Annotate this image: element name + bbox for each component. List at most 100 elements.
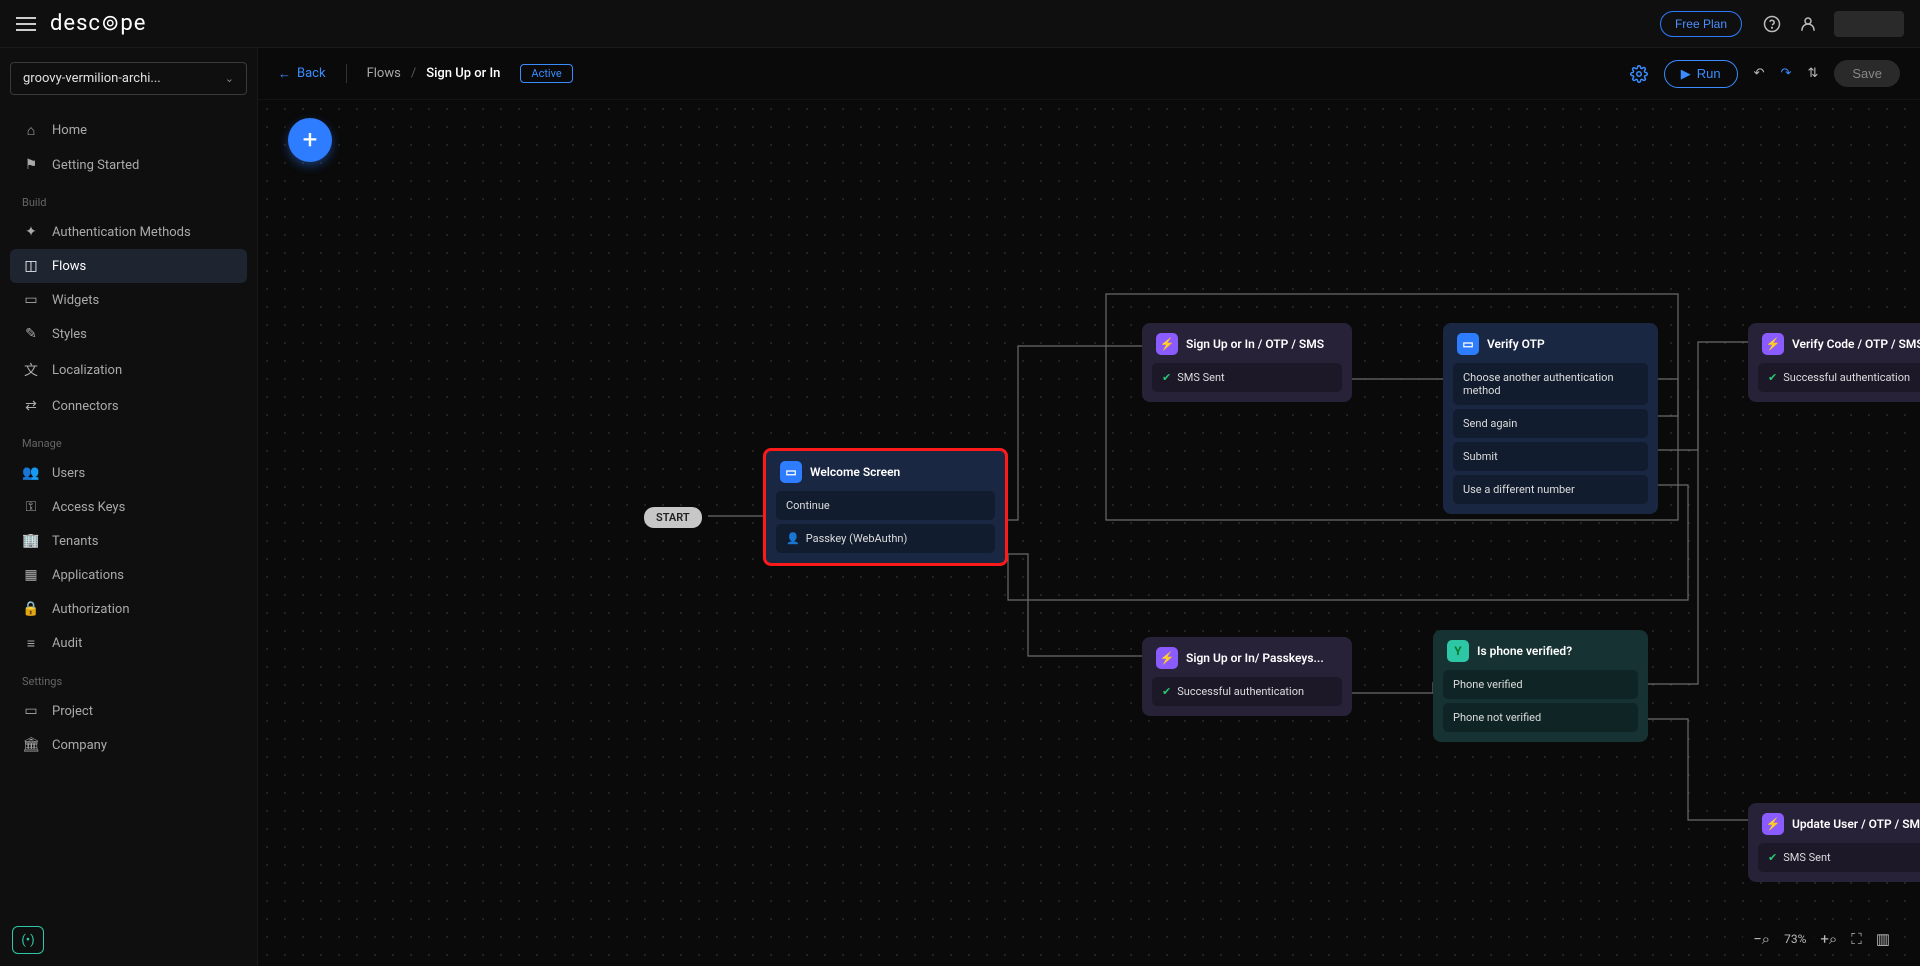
chat-button[interactable]: (•) (12, 926, 44, 954)
top-header: desc⊚pe Free Plan (0, 0, 1920, 48)
project-selector[interactable]: groovy-vermilion-archi... ⌄ (10, 62, 247, 95)
node-row-different-number[interactable]: Use a different number (1453, 475, 1648, 504)
add-node-button[interactable]: + (288, 118, 332, 162)
settings-icon[interactable] (1622, 59, 1656, 89)
connectors-icon: ⇄ (22, 398, 40, 414)
check-icon: ✔ (1768, 371, 1777, 384)
nav-authorization[interactable]: 🔒 Authorization (10, 592, 247, 626)
free-plan-button[interactable]: Free Plan (1660, 11, 1742, 37)
styles-icon: ✎ (22, 326, 40, 342)
minimap-button[interactable]: ▥ (1876, 930, 1890, 948)
node-verify-otp[interactable]: ▭ Verify OTP Choose another authenticati… (1443, 323, 1658, 514)
breadcrumb: Flows / Sign Up or In Active (346, 64, 573, 83)
flows-icon: ◫ (22, 258, 40, 274)
start-pill[interactable]: START (644, 507, 702, 528)
section-settings: Settings (10, 661, 247, 694)
node-row-continue[interactable]: Continue (776, 491, 995, 520)
condition-icon: Y (1447, 640, 1469, 662)
section-build: Build (10, 182, 247, 215)
user-icon[interactable] (1792, 8, 1824, 40)
lock-icon: 🔒 (22, 601, 40, 617)
node-row-send-again[interactable]: Send again (1453, 409, 1648, 438)
nav-flows[interactable]: ◫ Flows (10, 249, 247, 283)
zoom-controls: −⌕ 73% +⌕ ⛶ ▥ (1743, 924, 1900, 954)
home-icon: ⌂ (22, 122, 40, 139)
connections (258, 100, 1920, 966)
undo-button[interactable]: ↶ (1746, 60, 1773, 87)
nav-applications[interactable]: ▦ Applications (10, 558, 247, 592)
nav-project[interactable]: ▭ Project (10, 694, 247, 728)
fit-view-button[interactable]: ⛶ (1851, 930, 1862, 948)
nav-styles[interactable]: ✎ Styles (10, 317, 247, 351)
lightning-icon: ⚡ (1156, 647, 1178, 669)
localization-icon: 文 (22, 360, 40, 380)
nav-widgets[interactable]: ▭ Widgets (10, 283, 247, 317)
sidebar: groovy-vermilion-archi... ⌄ ⌂ Home ⚑ Get… (0, 48, 258, 966)
node-row-sms-sent[interactable]: ✔SMS Sent (1152, 363, 1342, 392)
nav-auth-methods[interactable]: ✦ Authentication Methods (10, 215, 247, 249)
nav-users[interactable]: 👥 Users (10, 456, 247, 490)
project-name: groovy-vermilion-archi... (23, 71, 161, 86)
node-signup-passkeys[interactable]: ⚡ Sign Up or In/ Passkeys... ✔Successful… (1142, 637, 1352, 716)
node-row-submit[interactable]: Submit (1453, 442, 1648, 471)
check-icon: ✔ (1768, 851, 1777, 864)
user-chip[interactable] (1834, 11, 1904, 37)
section-manage: Manage (10, 423, 247, 456)
toolbar: ← Back Flows / Sign Up or In Active ▶ Ru… (258, 48, 1920, 100)
audit-icon: ≡ (22, 635, 40, 652)
arrow-left-icon: ← (278, 66, 291, 82)
widgets-icon: ▭ (22, 292, 40, 308)
project-icon: ▭ (22, 703, 40, 719)
node-update-user[interactable]: ⚡ Update User / OTP / SMS ✔SMS Sent (1748, 803, 1920, 882)
chevron-down-icon: ⌄ (225, 72, 234, 85)
zoom-in-button[interactable]: +⌕ (1820, 930, 1837, 948)
nav-home[interactable]: ⌂ Home (10, 113, 247, 148)
run-button[interactable]: ▶ Run (1664, 60, 1738, 88)
node-row-choose-another[interactable]: Choose another authentication method (1453, 363, 1648, 405)
nav-audit[interactable]: ≡ Audit (10, 626, 247, 661)
node-row-success-auth[interactable]: ✔Successful authentication (1758, 363, 1920, 392)
nav-getting-started[interactable]: ⚑ Getting Started (10, 148, 247, 182)
back-button[interactable]: ← Back (278, 66, 326, 82)
company-icon: 🏛 (22, 737, 40, 753)
nav-company[interactable]: 🏛 Company (10, 728, 247, 762)
nav-access-keys[interactable]: ⚿ Access Keys (10, 490, 247, 524)
zoom-out-button[interactable]: −⌕ (1753, 930, 1770, 948)
save-button[interactable]: Save (1834, 60, 1900, 87)
node-signup-otp[interactable]: ⚡ Sign Up or In / OTP / SMS ✔SMS Sent (1142, 323, 1352, 402)
crumb-flows[interactable]: Flows (367, 66, 401, 81)
lightning-icon: ⚡ (1762, 813, 1784, 835)
apps-icon: ▦ (22, 567, 40, 583)
node-row-success-auth-2[interactable]: ✔Successful authentication (1152, 677, 1342, 706)
screen-icon: ▭ (780, 461, 802, 483)
check-icon: ✔ (1162, 371, 1171, 384)
nav-tenants[interactable]: 🏢 Tenants (10, 524, 247, 558)
check-icon: ✔ (1162, 685, 1171, 698)
main: ← Back Flows / Sign Up or In Active ▶ Ru… (258, 48, 1920, 966)
screen-icon: ▭ (1457, 333, 1479, 355)
redo-button[interactable]: ↷ (1773, 60, 1800, 87)
zoom-percent: 73% (1784, 932, 1806, 946)
key-icon: ⚿ (22, 499, 40, 515)
node-welcome-screen[interactable]: ▭ Welcome Screen Continue 👤Passkey (WebA… (763, 448, 1008, 566)
flag-icon: ⚑ (22, 157, 40, 173)
tenants-icon: 🏢 (22, 533, 40, 549)
node-row-passkey[interactable]: 👤Passkey (WebAuthn) (776, 524, 995, 553)
node-row-sms-sent-2[interactable]: ✔SMS Sent (1758, 843, 1920, 872)
import-export-button[interactable]: ⇅ (1799, 60, 1826, 87)
node-row-phone-not-verified[interactable]: Phone not verified (1443, 703, 1638, 732)
auth-icon: ✦ (22, 224, 40, 240)
help-icon[interactable] (1756, 8, 1788, 40)
node-verify-code[interactable]: ⚡ Verify Code / OTP / SMS ✔Successful au… (1748, 323, 1920, 402)
passkey-icon: 👤 (786, 532, 800, 545)
hamburger-menu[interactable] (16, 17, 36, 31)
crumb-current: Sign Up or In (426, 66, 500, 81)
node-phone-verified[interactable]: Y Is phone verified? Phone verified Phon… (1433, 630, 1648, 742)
canvas[interactable]: + (258, 100, 1920, 966)
users-icon: 👥 (22, 465, 40, 481)
nav-connectors[interactable]: ⇄ Connectors (10, 389, 247, 423)
lightning-icon: ⚡ (1762, 333, 1784, 355)
active-pill: Active (520, 64, 572, 83)
nav-localization[interactable]: 文 Localization (10, 351, 247, 389)
node-row-phone-verified[interactable]: Phone verified (1443, 670, 1638, 699)
